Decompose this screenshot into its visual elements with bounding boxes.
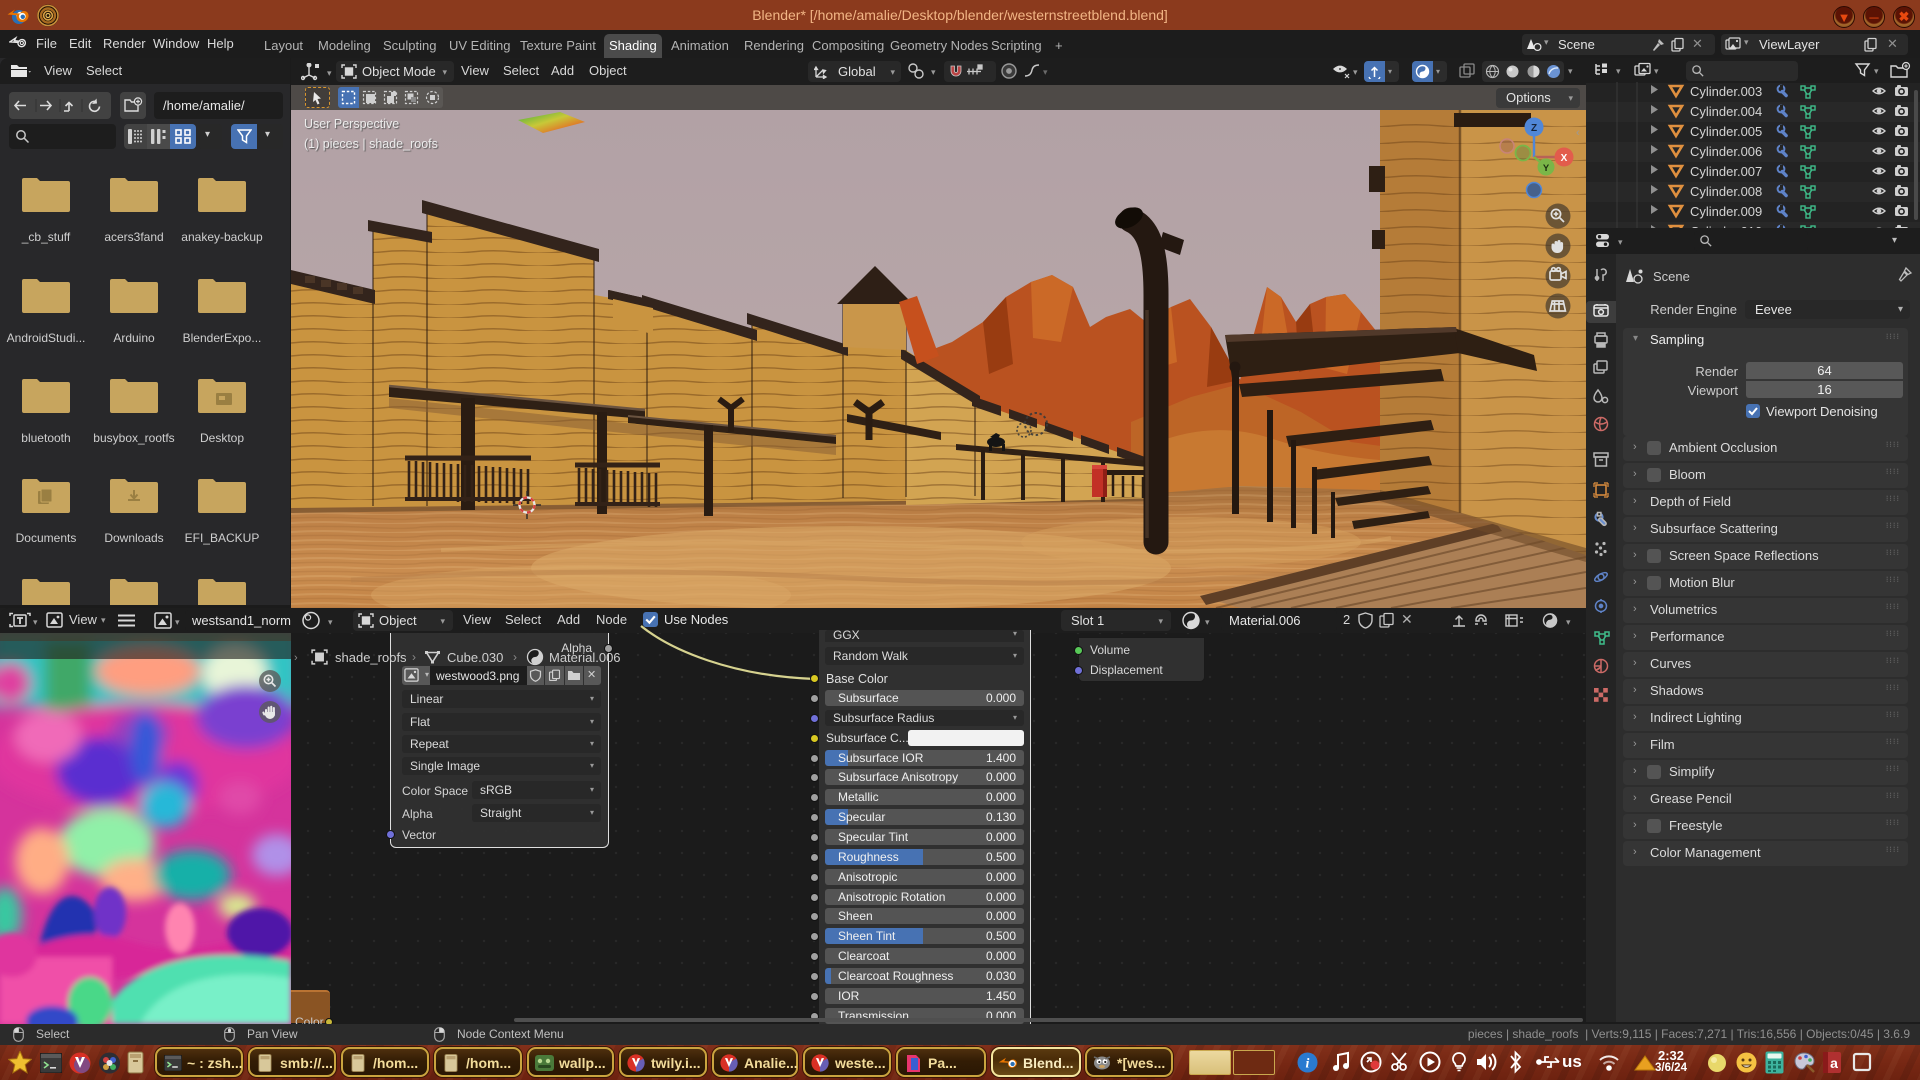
svg-text:▾: ▾ [175,617,180,627]
svg-text:i: i [1306,1057,1310,1072]
svg-text:▾: ▾ [1618,237,1623,247]
svg-text:▾: ▾ [33,617,38,627]
svg-text:Z: Z [1531,123,1537,134]
svg-text:User Perspective: User Perspective [304,117,399,131]
svg-text:▾: ▾ [1616,66,1621,76]
svg-text:▾: ▾ [1043,67,1048,77]
svg-text:▾: ▾ [1353,67,1358,77]
svg-text:▾: ▾ [1874,66,1879,76]
svg-text:▾: ▾ [327,68,332,78]
svg-text:▾: ▾ [931,67,936,77]
svg-text:Y: Y [1543,163,1550,174]
svg-text:a: a [1830,1055,1838,1071]
svg-text:(1) pieces | shade_roofs: (1) pieces | shade_roofs [304,137,438,151]
svg-text:X: X [1561,153,1568,164]
svg-text:▾: ▾ [1654,66,1659,76]
svg-text:‹: ‹ [1576,127,1580,139]
